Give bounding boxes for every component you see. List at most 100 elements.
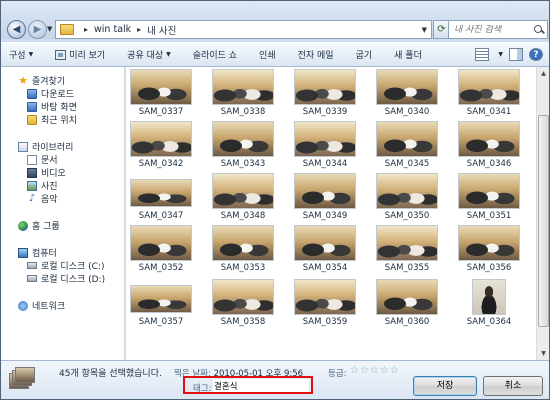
share-menu[interactable]: 공유 대상 ▼ xyxy=(127,48,171,61)
photo-thumbnail[interactable] xyxy=(212,173,274,209)
photo-tile[interactable]: SAM_0360 xyxy=(374,279,440,329)
photo-thumbnail[interactable] xyxy=(458,69,520,105)
photo-filename[interactable]: SAM_0346 xyxy=(456,159,522,169)
nav-videos[interactable]: 비디오 xyxy=(1,166,124,179)
nav-libraries[interactable]: 라이브러리 xyxy=(1,140,124,153)
photo-tile[interactable]: SAM_0354 xyxy=(292,225,358,275)
photo-filename[interactable]: SAM_0358 xyxy=(210,317,276,327)
recent-pages-dropdown[interactable]: ▼ xyxy=(47,25,52,33)
rating-stars[interactable]: ☆☆☆☆☆ xyxy=(350,365,400,376)
photo-thumbnail[interactable] xyxy=(376,173,438,209)
photo-thumbnail[interactable] xyxy=(130,121,192,157)
cancel-button[interactable]: 취소 xyxy=(483,376,543,396)
nav-recent[interactable]: 최근 위치 xyxy=(1,113,124,126)
help-icon[interactable]: ? xyxy=(529,48,543,61)
photo-thumbnail[interactable] xyxy=(294,225,356,261)
burn-button[interactable]: 굽기 xyxy=(356,48,373,61)
photo-filename[interactable]: SAM_0338 xyxy=(210,107,276,117)
photo-filename[interactable]: SAM_0344 xyxy=(292,159,358,169)
photo-filename[interactable]: SAM_0340 xyxy=(374,107,440,117)
photo-filename[interactable]: SAM_0356 xyxy=(456,263,522,273)
photo-thumbnail[interactable] xyxy=(472,279,506,315)
photo-tile[interactable]: SAM_0349 xyxy=(292,173,358,223)
breadcrumb-separator[interactable]: ▸ xyxy=(84,25,88,34)
search-icon[interactable] xyxy=(534,24,544,35)
photo-tile[interactable]: SAM_0364 xyxy=(456,279,522,329)
photo-tile[interactable]: SAM_0355 xyxy=(374,225,440,275)
nav-favorites[interactable]: ★ 즐겨찾기 xyxy=(1,74,124,88)
photo-tile[interactable]: SAM_0357 xyxy=(128,279,194,329)
vertical-scrollbar[interactable]: ▲ ▼ xyxy=(536,67,549,360)
nav-homegroup[interactable]: 홈 그룹 xyxy=(1,219,124,232)
photo-tile[interactable]: SAM_0352 xyxy=(128,225,194,275)
photo-filename[interactable]: SAM_0347 xyxy=(128,211,194,221)
photo-tile[interactable]: SAM_0345 xyxy=(374,121,440,171)
search-input[interactable] xyxy=(454,24,534,35)
photo-filename[interactable]: SAM_0357 xyxy=(128,317,194,327)
photo-filename[interactable]: SAM_0355 xyxy=(374,263,440,273)
photo-thumbnail[interactable] xyxy=(458,225,520,261)
photo-thumbnail[interactable] xyxy=(294,69,356,105)
scrollbar-thumb[interactable] xyxy=(538,115,549,327)
slideshow-button[interactable]: 슬라이드 쇼 xyxy=(193,48,237,61)
breadcrumb-win-talk[interactable]: win talk xyxy=(94,24,131,35)
photo-filename[interactable]: SAM_0341 xyxy=(456,107,522,117)
back-button[interactable]: ◀ xyxy=(7,20,26,39)
tag-input[interactable] xyxy=(213,379,309,392)
search-box[interactable] xyxy=(448,20,548,39)
photo-filename[interactable]: SAM_0352 xyxy=(128,263,194,273)
photo-filename[interactable]: SAM_0343 xyxy=(210,159,276,169)
change-view-icon[interactable] xyxy=(475,48,490,61)
photo-tile[interactable]: SAM_0347 xyxy=(128,173,194,223)
photo-thumbnail[interactable] xyxy=(130,69,192,105)
forward-button[interactable]: ▶ xyxy=(28,20,47,39)
photo-filename[interactable]: SAM_0364 xyxy=(456,317,522,327)
breadcrumb-my-pictures[interactable]: 내 사진 xyxy=(147,23,176,37)
photo-thumbnail[interactable] xyxy=(294,173,356,209)
photo-filename[interactable]: SAM_0348 xyxy=(210,211,276,221)
photo-thumbnail[interactable] xyxy=(130,225,192,261)
nav-drive-d[interactable]: 로컬 디스크 (D:) xyxy=(1,272,124,285)
new-folder-button[interactable]: 새 폴더 xyxy=(394,48,422,61)
scroll-down-arrow[interactable]: ▼ xyxy=(537,347,550,360)
nav-pictures[interactable]: 사진 xyxy=(1,179,124,192)
organize-menu[interactable]: 구성 ▼ xyxy=(9,48,33,61)
photo-filename[interactable]: SAM_0337 xyxy=(128,107,194,117)
email-button[interactable]: 전자 메일 xyxy=(298,48,334,61)
photo-filename[interactable]: SAM_0351 xyxy=(456,211,522,221)
photo-tile[interactable]: SAM_0337 xyxy=(128,69,194,119)
photo-thumbnail[interactable] xyxy=(376,69,438,105)
photo-thumbnail[interactable] xyxy=(212,69,274,105)
photo-filename[interactable]: SAM_0360 xyxy=(374,317,440,327)
nav-drive-c[interactable]: 로컬 디스크 (C:) xyxy=(1,259,124,272)
photo-filename[interactable]: SAM_0345 xyxy=(374,159,440,169)
photo-thumbnail[interactable] xyxy=(458,121,520,157)
save-button[interactable]: 저장 xyxy=(413,376,477,396)
photo-thumbnail[interactable] xyxy=(294,279,356,315)
preview-button[interactable]: 미리 보기 xyxy=(55,48,105,61)
photo-tile[interactable]: SAM_0359 xyxy=(292,279,358,329)
photo-thumbnail[interactable] xyxy=(212,225,274,261)
photo-tile[interactable]: SAM_0340 xyxy=(374,69,440,119)
photo-filename[interactable]: SAM_0354 xyxy=(292,263,358,273)
photo-tile[interactable]: SAM_0344 xyxy=(292,121,358,171)
nav-desktop[interactable]: 바탕 화면 xyxy=(1,100,124,113)
photo-thumbnail[interactable] xyxy=(458,173,520,209)
nav-music[interactable]: ♪ 음악 xyxy=(1,192,124,205)
scroll-up-arrow[interactable]: ▲ xyxy=(537,67,550,80)
photo-thumbnail[interactable] xyxy=(294,121,356,157)
chevron-down-icon[interactable]: ▼ xyxy=(422,26,427,34)
photo-filename[interactable]: SAM_0359 xyxy=(292,317,358,327)
photo-tile[interactable]: SAM_0341 xyxy=(456,69,522,119)
breadcrumb[interactable]: ▸ win talk ▸ 내 사진 ▼ xyxy=(55,20,432,39)
view-options-dropdown[interactable]: ▼ xyxy=(495,51,503,58)
photo-tile[interactable]: SAM_0351 xyxy=(456,173,522,223)
photo-tile[interactable]: SAM_0339 xyxy=(292,69,358,119)
photo-thumbnail[interactable] xyxy=(212,279,274,315)
photo-tile[interactable]: SAM_0348 xyxy=(210,173,276,223)
photo-tile[interactable]: SAM_0346 xyxy=(456,121,522,171)
photo-tile[interactable]: SAM_0342 xyxy=(128,121,194,171)
photo-filename[interactable]: SAM_0342 xyxy=(128,159,194,169)
photo-tile[interactable]: SAM_0343 xyxy=(210,121,276,171)
photo-thumbnail[interactable] xyxy=(212,121,274,157)
